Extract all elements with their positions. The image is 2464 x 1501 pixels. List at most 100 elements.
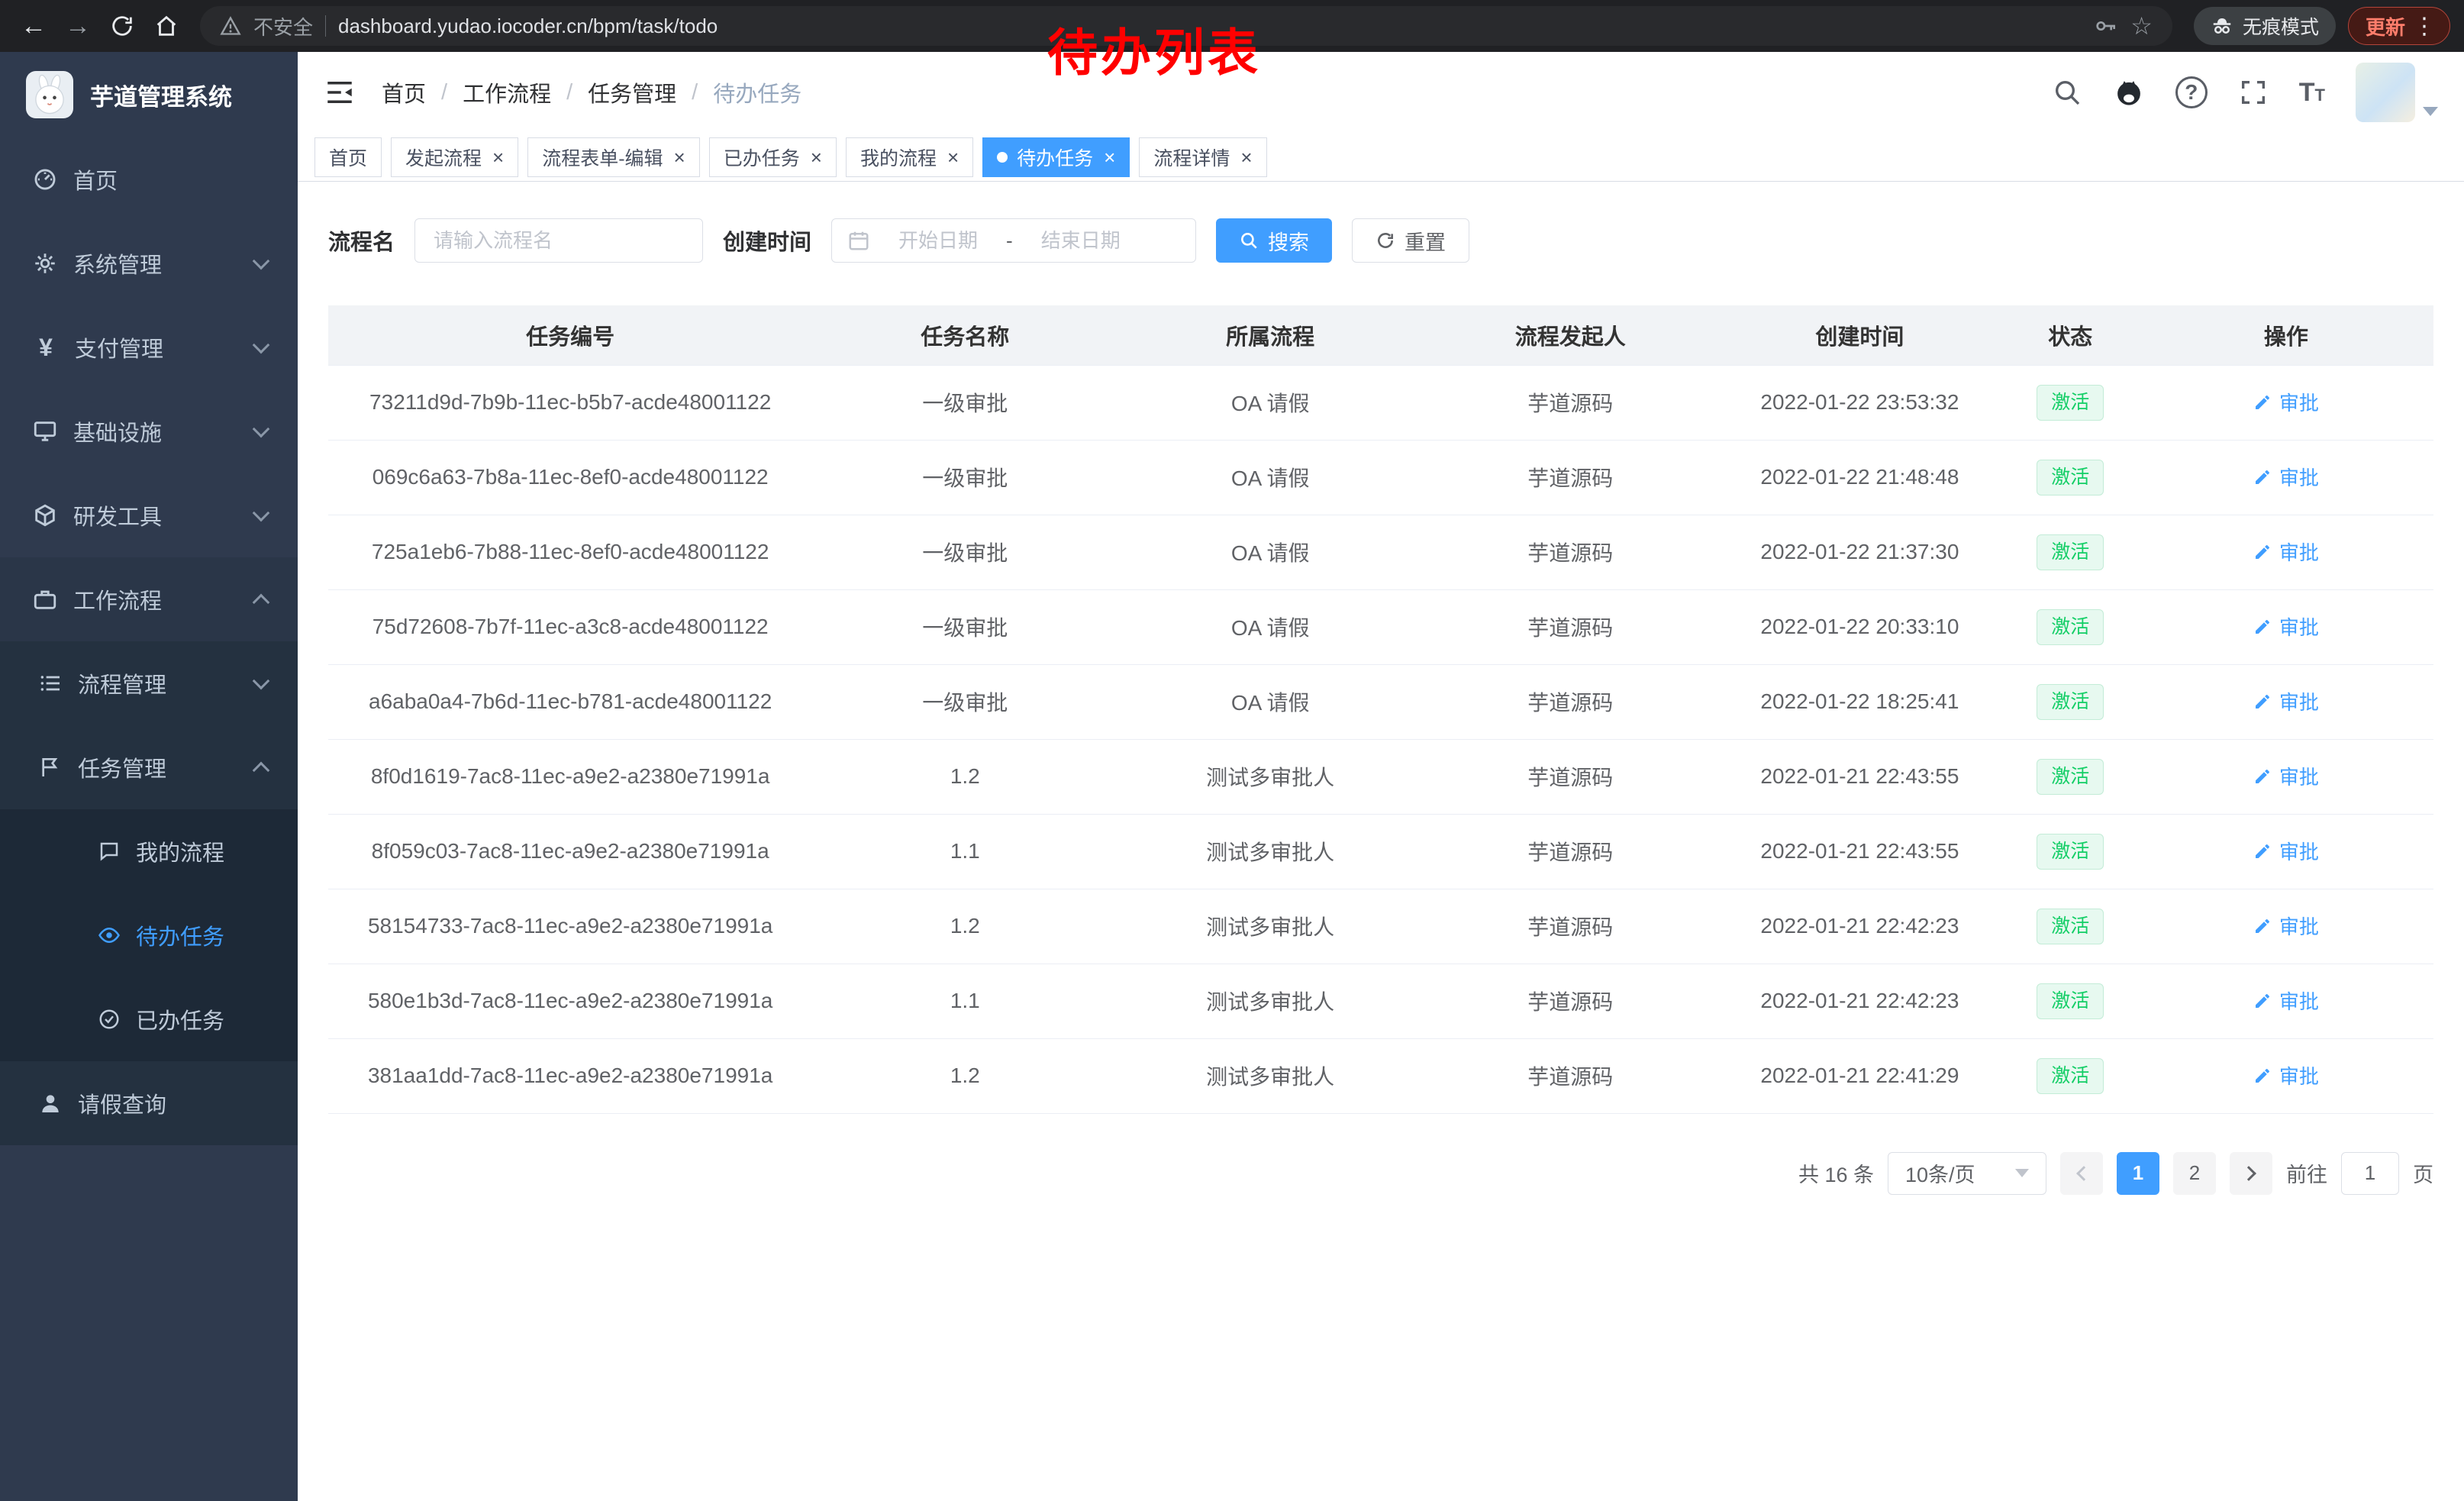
start-date-input[interactable] [881,229,995,253]
breadcrumb-item-current: 待办任务 [713,76,801,108]
cell-task-id: 75d72608-7b7f-11ec-a3c8-acde48001122 [328,589,812,664]
sidebar-item-my-process[interactable]: 我的流程 [0,809,298,893]
tab-start-process[interactable]: 发起流程× [391,137,518,177]
next-page-button[interactable] [2230,1152,2272,1195]
cell-action: 审批 [2139,515,2433,589]
tab-done-tasks[interactable]: 已办任务× [709,137,837,177]
cell-task-id: 381aa1dd-7ac8-11ec-a9e2-a2380e71991a [328,1038,812,1113]
cell-action: 审批 [2139,814,2433,889]
sidebar-item-system[interactable]: 系统管理 [0,221,298,305]
table-row: 8f059c03-7ac8-11ec-a9e2-a2380e71991a 1.1… [328,814,2433,889]
goto-page-input[interactable] [2341,1152,2399,1195]
sidebar-item-label: 基础设施 [73,415,162,447]
tab-process-detail[interactable]: 流程详情× [1139,137,1266,177]
status-badge: 激活 [2037,385,2104,421]
chevron-down-icon [2423,107,2438,116]
help-icon[interactable]: ? [2175,76,2208,108]
prev-page-button[interactable] [2060,1152,2103,1195]
sidebar-collapse-icon[interactable] [324,76,356,108]
kebab-menu-icon[interactable]: ⋮ [2413,13,2436,40]
tab-my-process[interactable]: 我的流程× [846,137,973,177]
cell-process: 测试多审批人 [1118,889,1423,964]
chat-icon [98,840,121,863]
approve-link[interactable]: 审批 [2253,1061,2319,1089]
cell-action: 审批 [2139,964,2433,1038]
browser-forward-button[interactable]: → [58,6,98,46]
url-text[interactable]: dashboard.yudao.iocoder.cn/bpm/task/todo [338,15,718,38]
approve-link[interactable]: 审批 [2253,762,2319,790]
app-logo[interactable]: 芋道管理系统 [0,52,298,137]
cell-process: 测试多审批人 [1118,739,1423,814]
reset-button[interactable]: 重置 [1352,218,1469,263]
approve-link[interactable]: 审批 [2253,986,2319,1015]
tab-home[interactable]: 首页 [314,137,382,177]
close-icon[interactable]: × [1240,147,1252,167]
update-chip[interactable]: 更新 ⋮ [2348,7,2450,45]
edit-icon [2253,692,2272,711]
cell-process: OA 请假 [1118,365,1423,440]
font-size-icon[interactable]: TT [2299,78,2325,108]
sidebar-item-devtools[interactable]: 研发工具 [0,473,298,557]
approve-link[interactable]: 审批 [2253,837,2319,865]
cell-task-name: 一级审批 [812,440,1118,515]
table-row: 069c6a63-7b8a-11ec-8ef0-acde48001122 一级审… [328,440,2433,515]
fullscreen-icon[interactable] [2238,77,2269,108]
edit-icon [2253,842,2272,860]
approve-link[interactable]: 审批 [2253,537,2319,566]
divider [325,15,326,37]
sidebar-item-payment[interactable]: ¥ 支付管理 [0,305,298,389]
close-icon[interactable]: × [811,147,822,167]
process-name-input[interactable] [414,218,703,263]
key-icon[interactable] [2094,14,2118,38]
sidebar-item-leave-query[interactable]: 请假查询 [0,1061,298,1145]
security-label[interactable]: 不安全 [253,12,313,40]
page-button-1[interactable]: 1 [2117,1152,2159,1195]
status-badge: 激活 [2037,983,2104,1019]
sidebar-item-process-mgmt[interactable]: 流程管理 [0,641,298,725]
search-icon [1239,231,1259,250]
edit-icon [2253,767,2272,786]
infrastructure-icon [32,418,58,444]
approve-link[interactable]: 审批 [2253,687,2319,715]
tab-todo-tasks[interactable]: 待办任务× [982,137,1130,177]
sidebar-item-done-tasks[interactable]: 已办任务 [0,977,298,1061]
tab-form-edit[interactable]: 流程表单-编辑× [527,137,700,177]
github-icon[interactable] [2113,76,2145,108]
reset-button-label: 重置 [1405,226,1446,256]
address-bar[interactable]: 不安全 dashboard.yudao.iocoder.cn/bpm/task/… [200,6,2172,46]
approve-link[interactable]: 审批 [2253,612,2319,641]
date-range-picker[interactable]: - [831,218,1196,263]
search-button[interactable]: 搜索 [1216,218,1332,263]
approve-link[interactable]: 审批 [2253,912,2319,940]
user-avatar[interactable] [2356,63,2438,122]
incognito-badge: 无痕模式 [2194,7,2336,45]
page-button-2[interactable]: 2 [2173,1152,2216,1195]
close-icon[interactable]: × [947,147,959,167]
approve-link[interactable]: 审批 [2253,388,2319,416]
cell-task-name: 一级审批 [812,589,1118,664]
close-icon[interactable]: × [492,147,504,167]
cell-status: 激活 [2002,515,2139,589]
sidebar-item-workflow[interactable]: 工作流程 [0,557,298,641]
update-label: 更新 [2366,12,2405,40]
chevron-down-icon [253,421,270,438]
sidebar-item-infrastructure[interactable]: 基础设施 [0,389,298,473]
breadcrumb-item[interactable]: 首页 [382,76,426,108]
breadcrumb-item[interactable]: 工作流程 [463,76,551,108]
browser-back-button[interactable]: ← [14,6,53,46]
search-icon[interactable] [2052,77,2082,108]
browser-home-button[interactable] [147,6,186,46]
sidebar-item-todo-tasks[interactable]: 待办任务 [0,893,298,977]
browser-reload-button[interactable] [102,6,142,46]
page-size-select[interactable]: 10条/页 [1888,1152,2046,1195]
close-icon[interactable]: × [1104,147,1115,167]
todo-task-table: 任务编号 任务名称 所属流程 流程发起人 创建时间 状态 操作 73211d9d… [328,305,2433,1114]
sidebar-item-task-mgmt[interactable]: 任务管理 [0,725,298,809]
cell-task-name: 一级审批 [812,664,1118,739]
close-icon[interactable]: × [674,147,685,167]
sidebar-item-home[interactable]: 首页 [0,137,298,221]
bookmark-star-icon[interactable]: ☆ [2130,11,2153,40]
end-date-input[interactable] [1024,229,1138,253]
approve-link[interactable]: 审批 [2253,463,2319,491]
breadcrumb-item[interactable]: 任务管理 [588,76,676,108]
